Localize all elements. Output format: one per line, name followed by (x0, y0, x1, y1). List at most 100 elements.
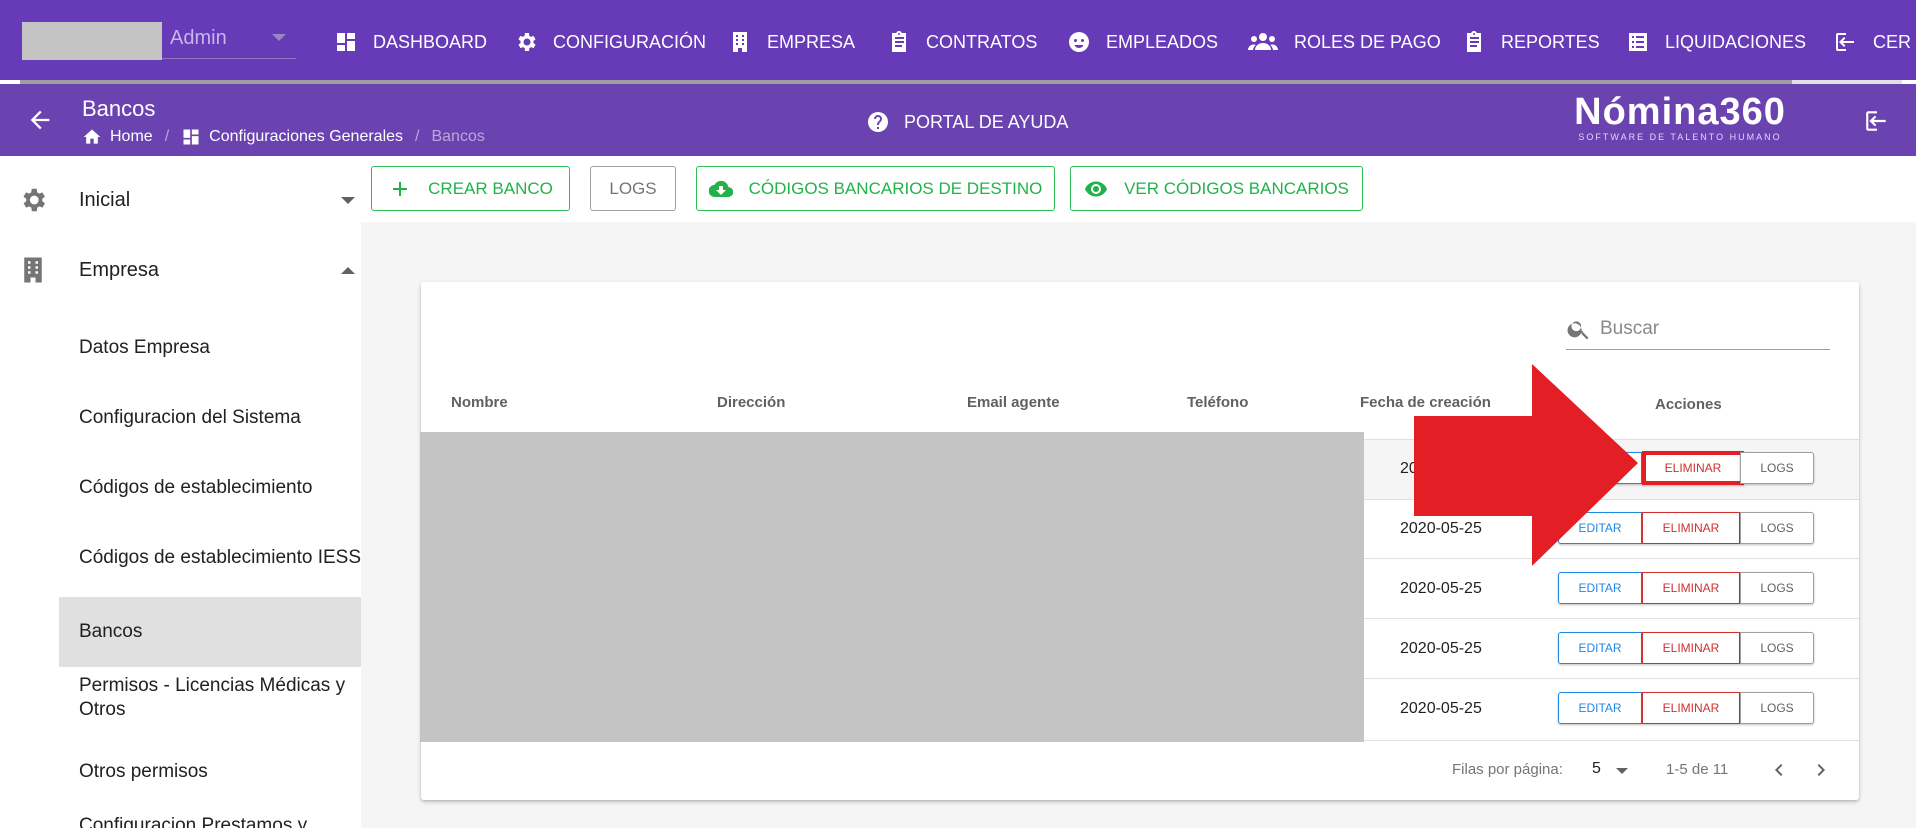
button-label: EDITAR (1578, 641, 1622, 655)
nav-empresa[interactable]: EMPRESA (727, 24, 855, 60)
button-label: ELIMINAR (1662, 641, 1720, 655)
button-label: EDITAR (1578, 581, 1622, 595)
help-label: PORTAL DE AYUDA (904, 111, 1069, 132)
nav-dashboard[interactable]: DASHBOARD (333, 24, 487, 60)
logs-row-button[interactable]: LOGS (1740, 452, 1814, 484)
prev-page-button[interactable] (1767, 758, 1791, 782)
column-header-acciones: Acciones (1655, 396, 1722, 413)
rows-per-page-select[interactable]: 5 (1592, 760, 1601, 778)
logs-button[interactable]: LOGS (590, 166, 676, 211)
breadcrumb-separator: / (164, 128, 170, 145)
sidebar-item-label: Permisos - Licencias Médicas y Otros (79, 675, 346, 720)
chevron-left-icon (1775, 764, 1783, 776)
breadcrumb-home[interactable]: Home (82, 127, 153, 147)
rows-per-page-label: Filas por página: (1452, 761, 1563, 778)
chevron-down-icon[interactable] (1616, 768, 1628, 774)
sidebar-group-inicial[interactable]: Inicial (0, 170, 361, 230)
logout-button[interactable] (1864, 108, 1890, 134)
sidebar-group-label: Empresa (79, 258, 160, 281)
sidebar-item-codigos-iess[interactable]: Códigos de establecimiento IESS (59, 528, 361, 588)
sidebar-item-codigos-establecimiento[interactable]: Códigos de establecimiento (59, 466, 361, 510)
page-title: Bancos (82, 96, 156, 121)
chevron-down-icon (341, 196, 355, 204)
sidebar-item-label: Configuracion del Sistema (79, 407, 301, 428)
button-label: VER CÓDIGOS BANCARIOS (1124, 178, 1349, 198)
column-header-direccion[interactable]: Dirección (717, 394, 785, 411)
edit-button[interactable]: EDITAR (1558, 512, 1642, 544)
delete-button[interactable]: ELIMINAR (1642, 692, 1740, 724)
button-label: LOGS (1760, 521, 1794, 535)
sidebar-item-label: Configuracion Prestamos y (79, 815, 308, 828)
column-header-telefono[interactable]: Teléfono (1187, 394, 1248, 411)
nav-liquidaciones[interactable]: LIQUIDACIONES (1625, 24, 1806, 60)
nav-label: LIQUIDACIONES (1665, 31, 1807, 52)
face-icon (1066, 29, 1092, 55)
back-button[interactable] (26, 106, 56, 136)
logs-row-button[interactable]: LOGS (1740, 692, 1814, 724)
nav-roles-de-pago[interactable]: ROLES DE PAGO (1246, 24, 1441, 60)
sidebar-item-datos-empresa[interactable]: Datos Empresa (59, 326, 361, 370)
logout-icon (1866, 111, 1886, 131)
sidebar-item-prestamos[interactable]: Configuracion Prestamos y (59, 814, 361, 828)
home-icon (83, 129, 101, 144)
building-icon (18, 255, 48, 285)
button-label: ELIMINAR (1662, 521, 1720, 535)
chevron-down-icon[interactable] (272, 34, 286, 41)
nav-label: ROLES DE PAGO (1294, 31, 1441, 52)
chevron-up-icon (341, 266, 355, 274)
delete-button[interactable]: ELIMINAR (1642, 572, 1740, 604)
nav-label: EMPLEADOS (1106, 31, 1219, 52)
user-avatar-redacted[interactable] (22, 22, 162, 60)
arrow-left-icon (30, 110, 50, 130)
sidebar-item-permisos[interactable]: Permisos - Licencias Médicas y Otros (59, 668, 361, 728)
button-label: LOGS (1760, 641, 1794, 655)
sidebar-item-otros-permisos[interactable]: Otros permisos (59, 750, 361, 794)
button-label: ELIMINAR (1662, 701, 1720, 715)
help-portal-link[interactable]: PORTAL DE AYUDA (866, 110, 1068, 134)
building-icon (727, 29, 753, 55)
column-header-nombre[interactable]: Nombre (451, 394, 508, 411)
column-header-fecha[interactable]: Fecha de creación (1360, 394, 1491, 411)
nav-configuracion[interactable]: CONFIGURACIÓN (513, 24, 706, 60)
logs-row-button[interactable]: LOGS (1740, 632, 1814, 664)
delete-button[interactable]: ELIMINAR (1642, 512, 1740, 544)
search-input[interactable] (1600, 317, 1820, 340)
search-field[interactable] (1566, 308, 1830, 350)
brand-tagline: SOFTWARE DE TALENTO HUMANO (1578, 132, 1782, 142)
nav-reportes[interactable]: REPORTES (1461, 24, 1600, 60)
sidebar-item-bancos[interactable]: Bancos (59, 597, 361, 667)
nav-contratos[interactable]: CONTRATOS (886, 24, 1037, 60)
edit-button[interactable]: EDITAR (1558, 692, 1642, 724)
sidebar-item-label: Códigos de establecimiento (79, 477, 313, 498)
create-bank-button[interactable]: CREAR BANCO (371, 166, 570, 211)
button-label: LOGS (1760, 461, 1794, 475)
sidebar-group-empresa[interactable]: Empresa (0, 240, 361, 300)
list-icon (1625, 29, 1651, 55)
button-label: CÓDIGOS BANCARIOS DE DESTINO (748, 178, 1043, 198)
sidebar: Inicial Empresa Datos Empresa Configurac… (0, 156, 361, 828)
next-page-button[interactable] (1809, 758, 1833, 782)
logs-row-button[interactable]: LOGS (1740, 572, 1814, 604)
delete-button[interactable]: ELIMINAR (1642, 632, 1740, 664)
sidebar-item-configuracion-sistema[interactable]: Configuracion del Sistema (59, 396, 361, 440)
edit-button[interactable]: EDITAR (1558, 452, 1642, 484)
edit-button[interactable]: EDITAR (1558, 572, 1642, 604)
nav-cerrar-sesion[interactable]: CER (1833, 24, 1911, 60)
plus-icon (393, 181, 408, 196)
logs-row-button[interactable]: LOGS (1740, 512, 1814, 544)
breadcrumb-config[interactable]: Configuraciones Generales (181, 127, 403, 147)
user-role-select[interactable]: Admin (170, 27, 227, 50)
column-header-email[interactable]: Email agente (967, 394, 1060, 411)
edit-button[interactable]: EDITAR (1558, 632, 1642, 664)
app-root: Admin DASHBOARD CONFIGURACIÓN EMPRESA CO… (0, 0, 1916, 828)
nav-label: CONFIGURACIÓN (553, 31, 706, 52)
delete-button[interactable]: ELIMINAR (1642, 451, 1744, 485)
view-bank-codes-button[interactable]: VER CÓDIGOS BANCARIOS (1070, 166, 1363, 211)
select-underline (162, 58, 296, 59)
breadcrumb-label: Home (110, 128, 153, 145)
nav-empleados[interactable]: EMPLEADOS (1066, 24, 1218, 60)
button-label: LOGS (1760, 701, 1794, 715)
button-label: ELIMINAR (1662, 581, 1720, 595)
destination-bank-codes-button[interactable]: CÓDIGOS BANCARIOS DE DESTINO (696, 166, 1055, 211)
sidebar-item-label: Otros permisos (79, 761, 208, 782)
